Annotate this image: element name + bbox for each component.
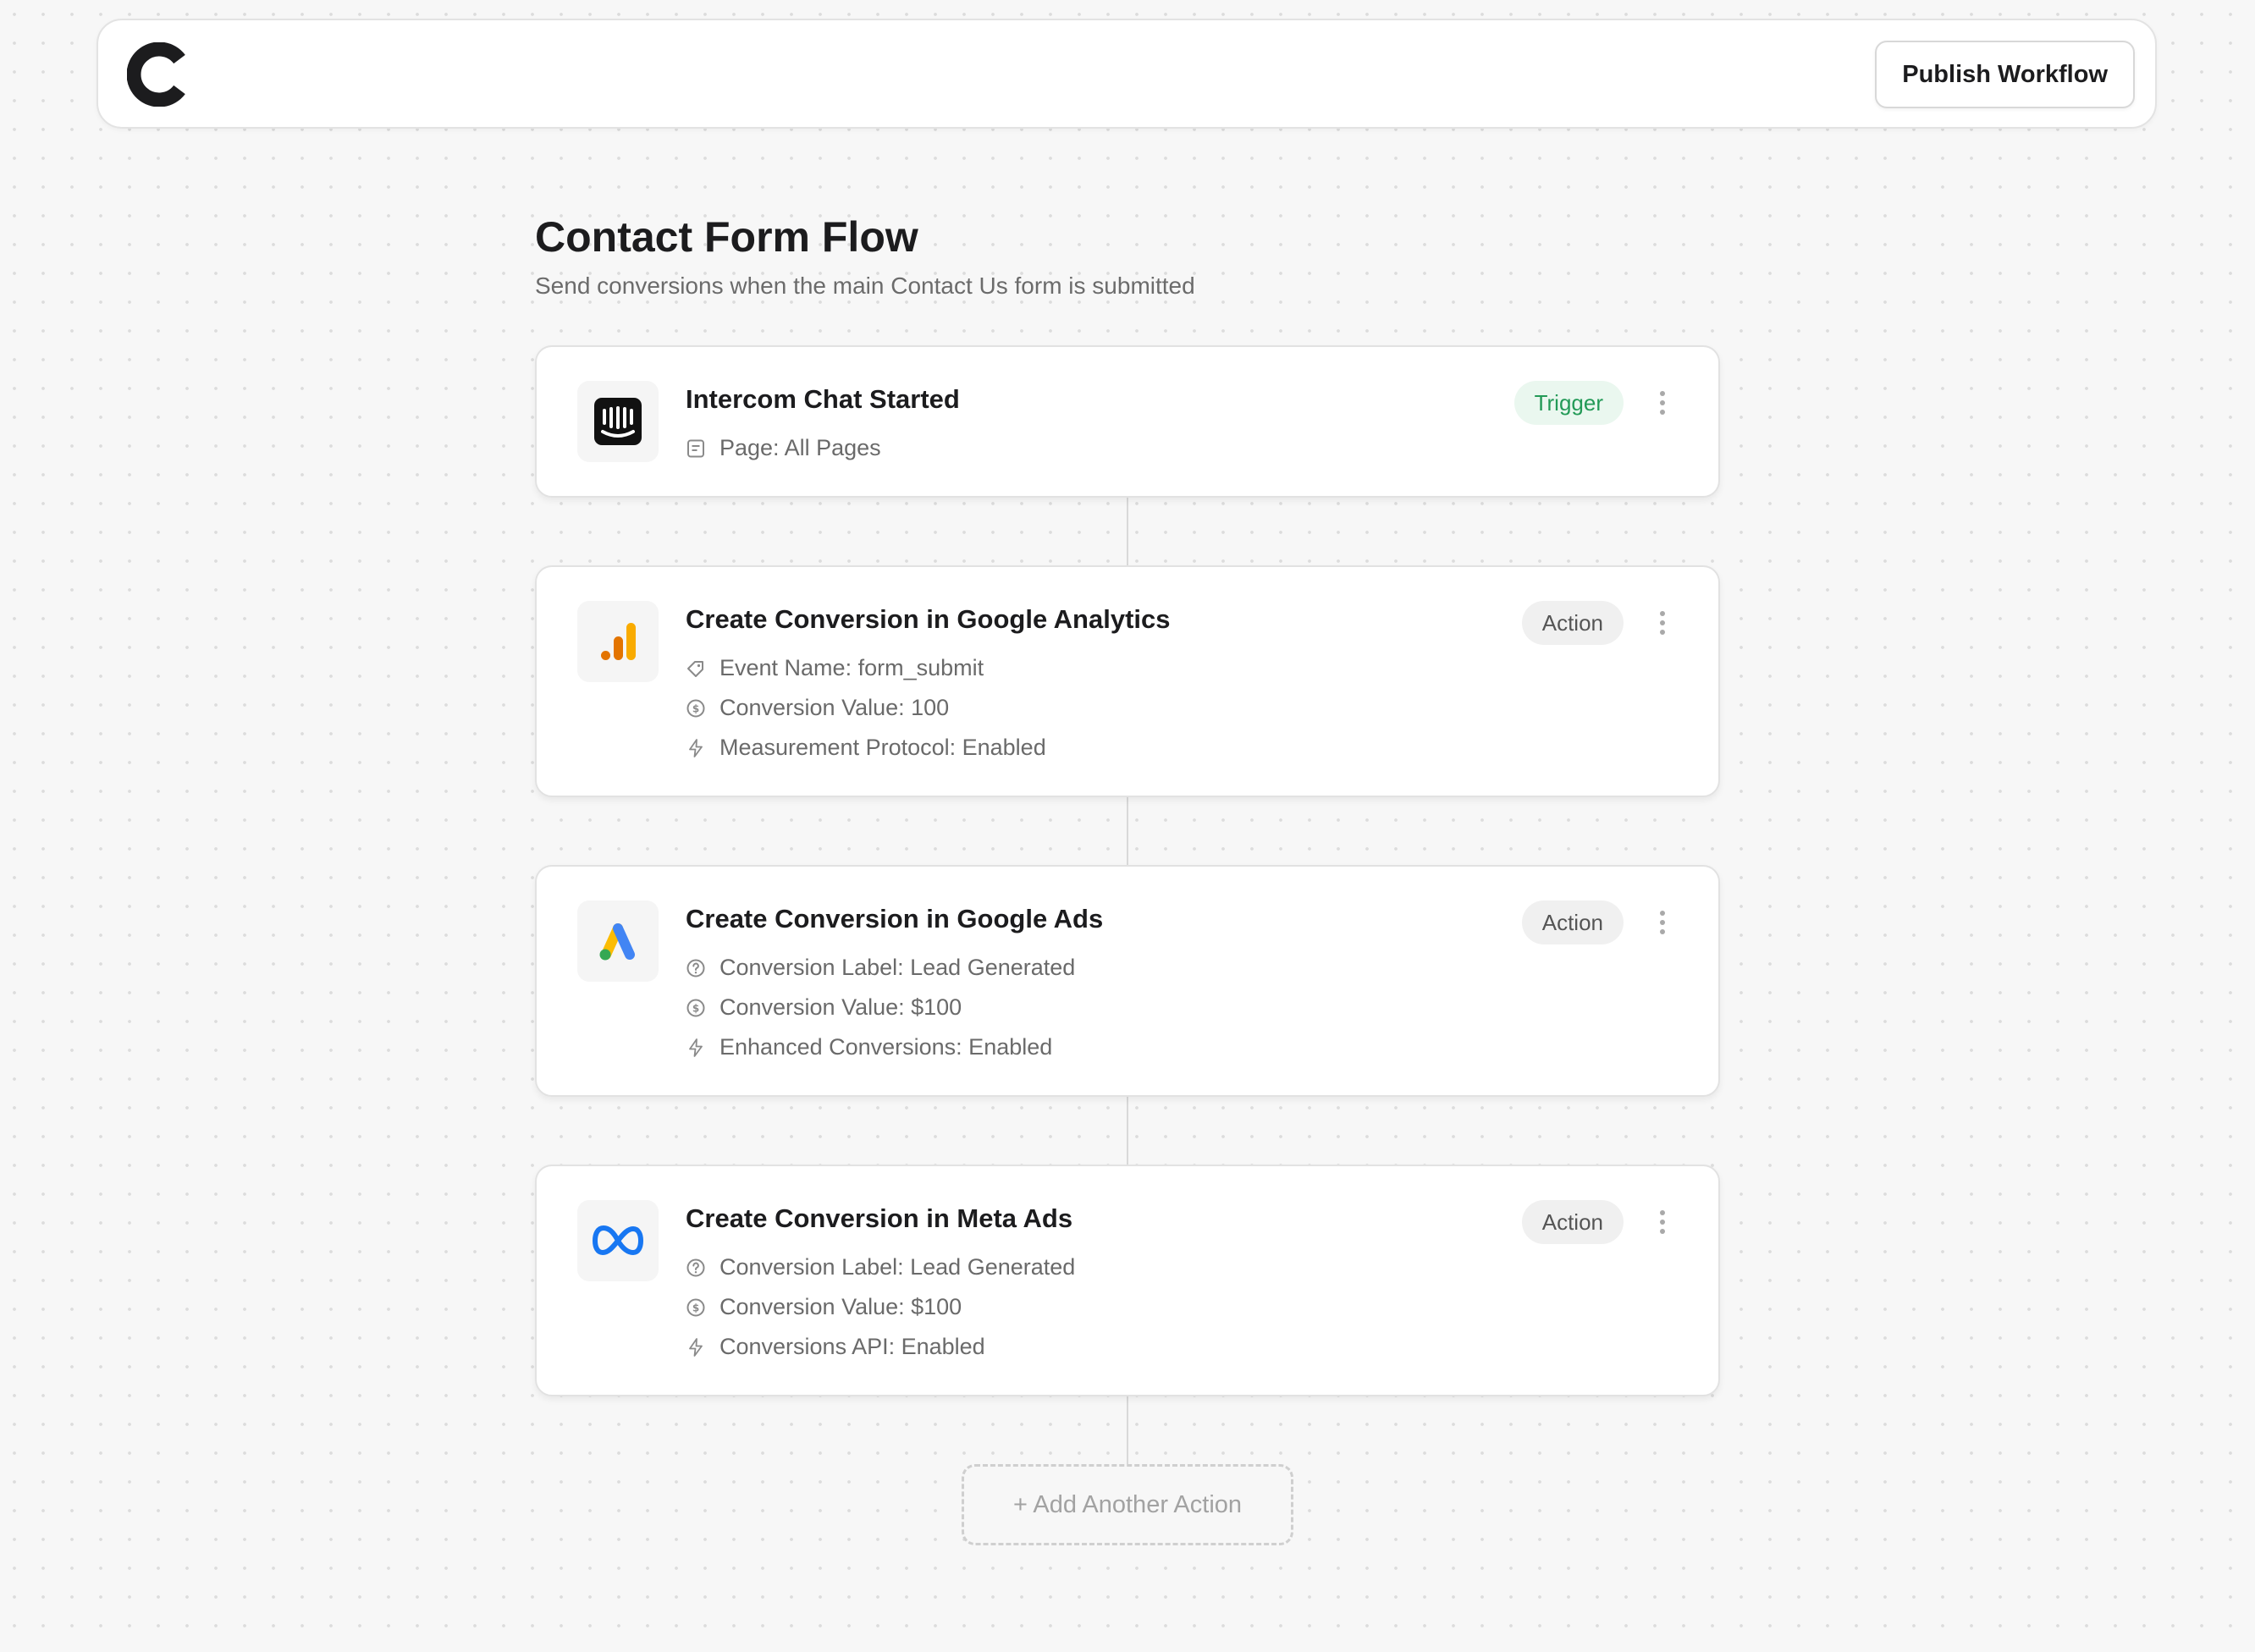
step-detail-text: Conversion Label: Lead Generated <box>720 955 1076 980</box>
page-title: Contact Form Flow <box>535 213 918 261</box>
action-step-card[interactable]: Create Conversion in Meta Ads Conversion… <box>535 1165 1720 1396</box>
step-detail-row: $ Conversion Value: $100 <box>686 988 1075 1027</box>
step-title: Intercom Chat Started <box>686 384 960 414</box>
google-ads-icon <box>599 923 635 961</box>
svg-text:$: $ <box>692 702 699 714</box>
step-detail-row: $ Conversion Value: 100 <box>686 688 1046 728</box>
page-icon <box>687 439 704 457</box>
trigger-step-card[interactable]: Intercom Chat Started Page: All Pages Tr… <box>535 345 1720 498</box>
dollar-circle-icon: $ <box>686 699 705 717</box>
step-detail-text: Conversion Value: $100 <box>720 1294 962 1319</box>
action-badge: Action <box>1521 1200 1624 1244</box>
step-detail-text: Measurement Protocol: Enabled <box>720 735 1046 760</box>
step-title: Create Conversion in Google Ads <box>686 904 1104 933</box>
step-icon-box <box>577 1200 659 1281</box>
step-detail-row: Measurement Protocol: Enabled <box>686 728 1046 768</box>
brand-c-logo-icon <box>126 41 185 107</box>
step-detail-text: Enhanced Conversions: Enabled <box>720 1034 1053 1060</box>
svg-text:$: $ <box>692 1302 699 1313</box>
step-title: Create Conversion in Meta Ads <box>686 1203 1073 1233</box>
step-connector <box>1127 1097 1128 1166</box>
trigger-badge: Trigger <box>1513 381 1624 425</box>
workflow-header: Contact Form Flow Send conversions when … <box>535 206 1720 303</box>
action-step-card[interactable]: Create Conversion in Google Analytics Ev… <box>535 565 1720 797</box>
step-detail-row: Conversion Label: Lead Generated <box>686 1247 1075 1287</box>
action-badge: Action <box>1521 900 1624 944</box>
add-another-action-button[interactable]: + Add Another Action <box>962 1464 1293 1545</box>
bolt-icon <box>689 1038 703 1057</box>
step-detail-text: Page: All Pages <box>720 435 881 460</box>
step-details: Event Name: form_submit $ Conversion Val… <box>686 648 1046 768</box>
intercom-icon <box>594 398 642 445</box>
meta-icon <box>593 1225 643 1255</box>
step-detail-text: Conversion Value: $100 <box>720 994 962 1020</box>
more-options-icon[interactable] <box>1654 1205 1671 1239</box>
dollar-circle-icon: $ <box>686 1298 705 1316</box>
brand-logo[interactable] <box>126 41 191 107</box>
step-detail-row: Enhanced Conversions: Enabled <box>686 1027 1075 1067</box>
step-detail-row: Page: All Pages <box>686 428 881 468</box>
top-bar: Publish Workflow <box>96 19 2157 129</box>
dollar-circle-icon: $ <box>686 999 705 1016</box>
tag-icon <box>687 660 703 677</box>
step-details: Page: All Pages <box>686 428 881 468</box>
svg-text:$: $ <box>692 1002 699 1014</box>
step-connector <box>1127 498 1128 567</box>
help-circle-icon <box>686 1258 705 1276</box>
action-badge: Action <box>1521 601 1624 645</box>
step-title: Create Conversion in Google Analytics <box>686 604 1171 634</box>
step-detail-row: $ Conversion Value: $100 <box>686 1287 1075 1327</box>
step-connector <box>1127 1396 1128 1464</box>
step-icon-box <box>577 601 659 682</box>
step-detail-row: Conversion Label: Lead Generated <box>686 948 1075 988</box>
step-detail-text: Conversions API: Enabled <box>720 1334 985 1359</box>
step-details: Conversion Label: Lead Generated $ Conve… <box>686 1247 1075 1367</box>
publish-workflow-button[interactable]: Publish Workflow <box>1875 41 2135 108</box>
step-connector <box>1127 797 1128 867</box>
more-options-icon[interactable] <box>1654 606 1671 640</box>
google-analytics-icon <box>601 623 636 660</box>
step-details: Conversion Label: Lead Generated $ Conve… <box>686 948 1075 1067</box>
step-icon-box <box>577 381 659 462</box>
step-detail-row: Conversions API: Enabled <box>686 1327 1075 1367</box>
more-options-icon[interactable] <box>1654 906 1671 939</box>
step-detail-text: Event Name: form_submit <box>720 655 984 680</box>
step-detail-text: Conversion Label: Lead Generated <box>720 1254 1076 1280</box>
more-options-icon[interactable] <box>1654 386 1671 420</box>
step-detail-text: Conversion Value: 100 <box>720 695 950 720</box>
bolt-icon <box>689 738 703 757</box>
page-subtitle: Send conversions when the main Contact U… <box>535 273 1195 299</box>
bolt-icon <box>689 1337 703 1357</box>
step-icon-box <box>577 900 659 982</box>
action-step-card[interactable]: Create Conversion in Google Ads Conversi… <box>535 865 1720 1097</box>
step-detail-row: Event Name: form_submit <box>686 648 1046 688</box>
help-circle-icon <box>686 959 705 977</box>
